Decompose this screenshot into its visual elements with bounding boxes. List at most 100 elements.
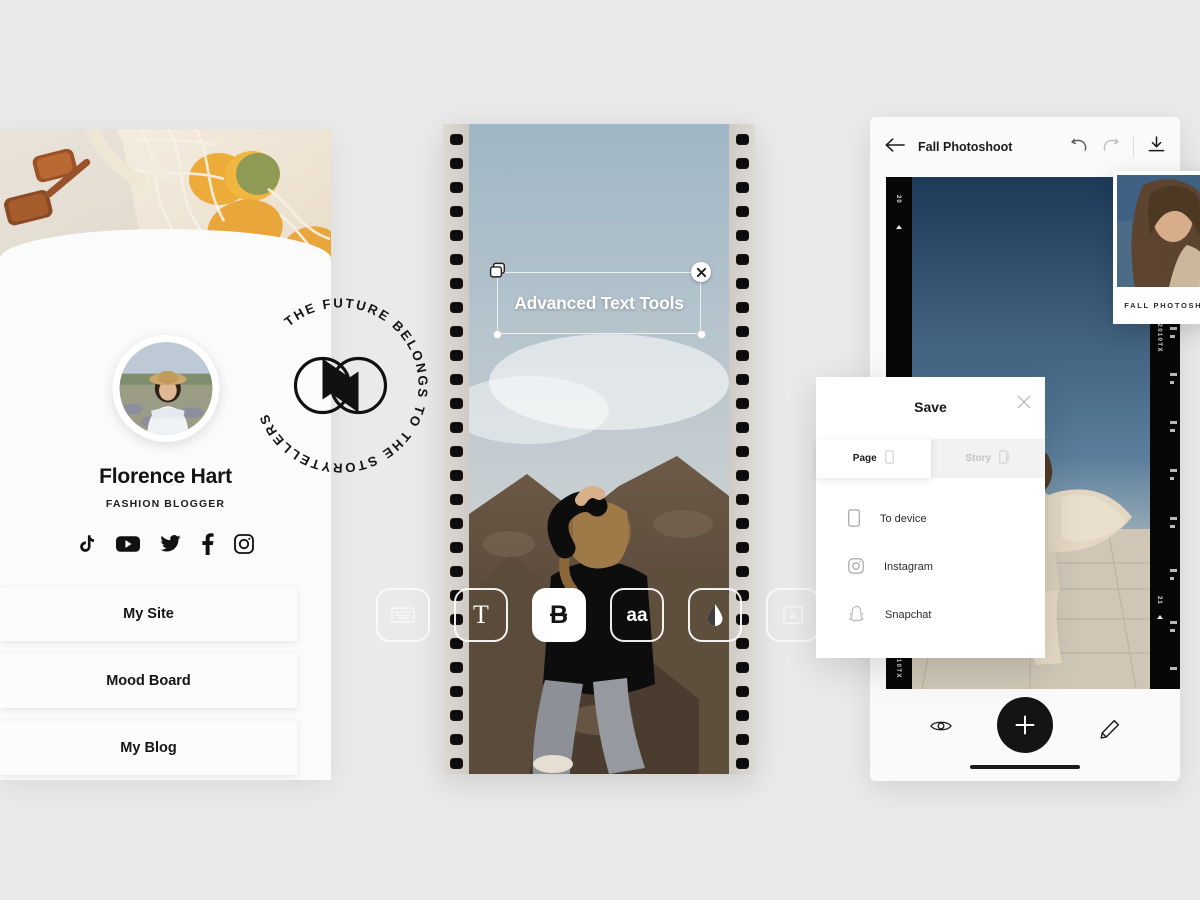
film-sprocket-hole [450,446,463,457]
film-sprocket-hole [736,134,749,145]
film-sprocket-hole [736,494,749,505]
film-sprocket-hole [450,374,463,385]
story-icon [999,450,1010,467]
home-indicator [970,765,1080,769]
keyboard-button[interactable] [376,588,430,642]
film-sprocket-hole [450,398,463,409]
undo-icon[interactable] [1071,137,1088,157]
instagram-icon[interactable] [233,533,255,555]
bio-role: FASHION BLOGGER [105,498,226,510]
text-layer-value: Advanced Text Tools [514,292,684,313]
tiktok-icon[interactable] [76,533,97,555]
twitter-icon[interactable] [159,533,182,555]
header-actions [1071,135,1165,159]
film-sprocket-hole [450,686,463,697]
close-circle-icon[interactable] [691,262,711,282]
bold-icon: B [550,601,568,629]
youtube-icon[interactable] [116,533,140,555]
film-sprocket-hole [450,326,463,337]
header-divider [1133,137,1134,157]
film-sprocket-hole [450,518,463,529]
film-sprocket-hole [450,422,463,433]
film-sprocket-hole [450,158,463,169]
tab-story-label: Story [965,453,992,464]
film-sprocket-hole [450,734,463,745]
film-sprocket-hole [450,182,463,193]
resize-handle-bottom-left[interactable] [492,329,502,339]
save-option-instagram[interactable]: Instagram [816,543,1045,591]
tab-page[interactable]: Page [816,439,931,478]
film-sprocket-hole [736,302,749,313]
download-icon[interactable] [1148,135,1165,159]
bio-link-item[interactable]: My Blog [0,721,297,775]
film-sprocket-hole [450,254,463,265]
floating-preview-card[interactable]: FALL PHOTOSHOOT [1113,171,1200,324]
tab-page-label: Page [852,453,877,464]
bio-link-item[interactable]: My Site [0,587,297,641]
resize-handle-bottom-right[interactable] [696,329,706,339]
text-layer-selection[interactable]: Advanced Text Tools [489,262,711,339]
frame-number: 21 [1156,596,1162,605]
save-option-label: Snapchat [885,609,932,621]
film-sprocket-hole [736,758,749,769]
film-sprocket-hole [450,470,463,481]
bio-link-item[interactable]: Mood Board [0,654,297,708]
film-sprocket-hole [736,734,749,745]
film-sprocket-hole [736,206,749,217]
film-perforations-left [443,124,469,774]
pencil-icon[interactable] [1100,719,1120,744]
page-icon [884,450,894,467]
project-title: Fall Photoshoot [918,140,1013,154]
frame-marker [896,225,902,229]
close-icon[interactable] [1017,395,1031,414]
film-sprocket-hole [736,662,749,673]
film-sprocket-hole [450,710,463,721]
eye-icon[interactable] [930,719,952,738]
alignment-button[interactable]: A [766,588,820,642]
frame-marker [1157,615,1163,619]
film-sprocket-hole [450,302,463,313]
text-toolbar: T B aa A [376,588,826,642]
save-option-label: To device [880,513,927,525]
font-size-button[interactable]: aa [610,588,664,642]
frame-number: 20 [895,195,901,204]
circular-badge: THE FUTURE BELONGS TO THE STORYTELLERS [243,288,438,483]
add-button[interactable] [997,697,1053,753]
film-sprocket-hole [736,278,749,289]
duplicate-layers-icon[interactable] [489,262,507,285]
preview-caption: FALL PHOTOSHOOT [1124,301,1200,310]
film-sprocket-hole [736,518,749,529]
save-dialog: Save Page Story To device Instagram Snap… [816,377,1045,658]
bio-hero-image [0,129,331,289]
device-icon [848,508,860,530]
film-sprocket-hole [450,278,463,289]
film-perforations-right [729,124,755,774]
screenshot-canvas: Florence Hart FASHION BLOGGER My Site Mo… [0,0,1200,900]
redo-icon[interactable] [1102,137,1119,157]
unfold-logo-icon [293,356,388,415]
text-tool-label: T [473,600,489,629]
hero-curve-mask [0,229,331,289]
film-sprocket-hole [736,182,749,193]
film-sprocket-hole [736,566,749,577]
bold-button[interactable]: B [532,588,586,642]
tab-story[interactable]: Story [930,439,1045,478]
film-sprocket-hole [736,254,749,265]
save-option-to-device[interactable]: To device [816,495,1045,543]
back-arrow-icon[interactable] [885,137,905,158]
dialog-title: Save [914,399,947,415]
film-sprocket-hole [736,470,749,481]
opacity-button[interactable] [688,588,742,642]
facebook-icon[interactable] [201,533,214,555]
social-links [0,533,331,555]
avatar [112,335,219,442]
film-sprocket-hole [736,686,749,697]
save-option-snapchat[interactable]: Snapchat [816,591,1045,639]
film-sprocket-hole [736,230,749,241]
film-sprocket-hole [450,758,463,769]
save-option-label: Instagram [884,561,933,573]
film-sprocket-hole [736,158,749,169]
save-tabs: Page Story [816,439,1045,478]
text-tool-button[interactable]: T [454,588,508,642]
snapchat-icon [848,605,865,625]
